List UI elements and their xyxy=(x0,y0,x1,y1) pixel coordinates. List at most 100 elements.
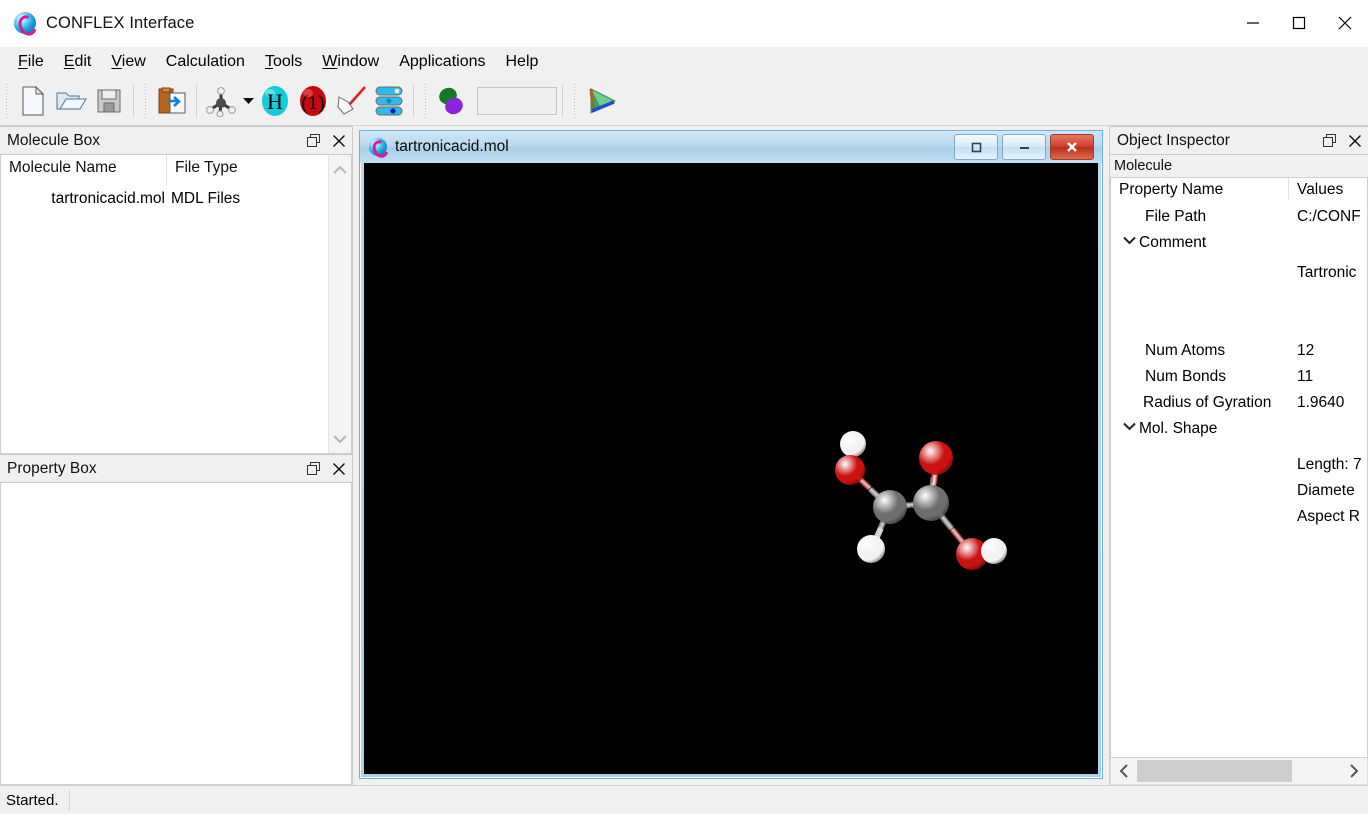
inspector-row[interactable]: File Path C:/CONF xyxy=(1111,208,1367,234)
inspector-row[interactable]: Length: 7 xyxy=(1111,456,1367,482)
float-panel-icon[interactable] xyxy=(300,129,326,153)
chevron-down-icon[interactable] xyxy=(329,428,351,450)
chevron-expanded-icon[interactable] xyxy=(1119,420,1139,431)
inspector-row[interactable]: Diamete xyxy=(1111,482,1367,508)
molecule-3d-viewport[interactable] xyxy=(364,163,1098,774)
property-value: Diamete xyxy=(1297,482,1355,499)
molecule-list-header: Molecule Name File Type xyxy=(1,155,328,185)
menu-item-tools[interactable]: Tools xyxy=(255,49,312,75)
mdi-area: tartronicacid.mol xyxy=(353,126,1109,785)
menu-item-edit[interactable]: Edit xyxy=(54,49,102,75)
property-box-header: Property Box xyxy=(0,454,352,483)
chevron-down-icon[interactable] xyxy=(240,82,256,120)
molecule-box-panel: Molecule Box Molecule Name File Type tar… xyxy=(0,126,352,454)
inspector-row[interactable]: Num Bonds 11 xyxy=(1111,368,1367,394)
property-value: 11 xyxy=(1297,368,1314,385)
property-value: Aspect R xyxy=(1297,508,1360,525)
menu-item-help[interactable]: Help xyxy=(496,49,549,75)
menu-item-applications[interactable]: Applications xyxy=(389,49,495,75)
toolbar-text-field[interactable] xyxy=(477,87,557,115)
minimize-button[interactable] xyxy=(1230,0,1276,46)
restore-window-icon[interactable] xyxy=(954,134,998,160)
float-panel-icon[interactable] xyxy=(300,457,326,481)
inspector-row[interactable]: Num Atoms 12 xyxy=(1111,342,1367,368)
molecule-box-header: Molecule Box xyxy=(0,126,352,155)
property-name: Num Atoms xyxy=(1145,342,1226,359)
menu-item-calculation[interactable]: Calculation xyxy=(156,49,255,75)
chevron-left-icon[interactable] xyxy=(1111,759,1137,783)
object-inspector-panel: Object Inspector Molecule Property Name … xyxy=(1109,126,1368,785)
molecule-box-list: Molecule Name File Type tartronicacid.mo… xyxy=(0,155,352,454)
title-bar: CONFLEX Interface xyxy=(0,0,1368,47)
property-name-cell: Mol. Shape xyxy=(1111,420,1289,438)
property-value: 1.9640 xyxy=(1297,394,1345,411)
grid-spacer xyxy=(1111,290,1367,342)
svg-text:H: H xyxy=(267,89,283,114)
property-name: Mol. Shape xyxy=(1139,420,1218,437)
object-inspector-header: Object Inspector xyxy=(1110,126,1368,155)
close-window-icon[interactable] xyxy=(1050,134,1094,160)
property-box-title: Property Box xyxy=(7,459,97,477)
toolbar-grip[interactable] xyxy=(3,84,11,118)
left-dock-column: Molecule Box Molecule Name File Type tar… xyxy=(0,126,353,785)
close-panel-icon[interactable] xyxy=(1342,129,1368,153)
mdi-child-title-bar[interactable]: tartronicacid.mol xyxy=(360,131,1102,163)
open-folder-icon[interactable] xyxy=(52,82,90,120)
scrollbar-track[interactable] xyxy=(1137,759,1341,783)
close-button[interactable] xyxy=(1322,0,1368,46)
table-row[interactable]: tartronicacid.mol MDL Files xyxy=(1,185,328,213)
column-header-property-name[interactable]: Property Name xyxy=(1111,178,1289,199)
object-inspector-subtitle: Molecule xyxy=(1110,155,1368,177)
maximize-button[interactable] xyxy=(1276,0,1322,46)
minimize-window-icon[interactable] xyxy=(1002,134,1046,160)
object-inspector-horizontal-scrollbar[interactable] xyxy=(1110,758,1368,785)
cell-molecule-name: tartronicacid.mol xyxy=(51,190,165,207)
mdi-child-title: tartronicacid.mol xyxy=(395,138,509,155)
inspector-row[interactable]: Aspect R xyxy=(1111,508,1367,534)
property-name: File Path xyxy=(1145,208,1207,225)
inspector-row[interactable]: Tartronic xyxy=(1111,264,1367,290)
menu-item-file[interactable]: File xyxy=(8,49,54,75)
molecule-atom-o xyxy=(919,441,953,475)
pen-draw-icon[interactable] xyxy=(332,82,370,120)
new-document-icon[interactable] xyxy=(14,82,52,120)
menu-bar: File Edit View Calculation Tools Window … xyxy=(0,47,1368,77)
hydrogen-atom-icon[interactable]: H xyxy=(256,82,294,120)
column-header-molecule-name[interactable]: Molecule Name xyxy=(1,155,167,185)
stacked-layers-icon[interactable] xyxy=(370,82,408,120)
property-name: Num Bonds xyxy=(1145,368,1226,385)
float-panel-icon[interactable] xyxy=(1316,129,1342,153)
close-panel-icon[interactable] xyxy=(326,457,352,481)
inspector-row[interactable]: Comment xyxy=(1111,234,1367,260)
import-clipboard-icon[interactable] xyxy=(153,82,191,120)
chevron-expanded-icon[interactable] xyxy=(1119,234,1139,245)
toolbar-grip[interactable] xyxy=(571,84,579,118)
chevron-up-icon[interactable] xyxy=(329,158,351,180)
column-header-values[interactable]: Values xyxy=(1289,178,1367,199)
molecular-orbital-icon[interactable] xyxy=(433,82,471,120)
menu-item-window[interactable]: Window xyxy=(312,49,389,75)
molecule-box-vertical-scrollbar[interactable] xyxy=(328,155,351,453)
close-panel-icon[interactable] xyxy=(326,129,352,153)
menu-item-view[interactable]: View xyxy=(101,49,155,75)
column-header-file-type[interactable]: File Type xyxy=(167,155,328,185)
property-box-panel: Property Box xyxy=(0,454,352,785)
toolbar-grip[interactable] xyxy=(142,84,150,118)
molecule-box-title: Molecule Box xyxy=(7,131,101,149)
inspector-row[interactable]: Mol. Shape xyxy=(1111,420,1367,446)
molecule-atom-c xyxy=(873,490,907,524)
scrollbar-thumb[interactable] xyxy=(1137,760,1292,782)
property-value: C:/CONF xyxy=(1297,208,1361,225)
pyramid-axes-icon[interactable] xyxy=(582,82,620,120)
status-bar: Started. xyxy=(0,785,1368,814)
object-inspector-title: Object Inspector xyxy=(1117,131,1230,149)
toolbar-grip[interactable] xyxy=(422,84,430,118)
window-title: CONFLEX Interface xyxy=(46,13,195,32)
inspector-row[interactable]: Radius of Gyration 1.9640 xyxy=(1111,394,1367,420)
molecule-model-icon[interactable] xyxy=(202,82,240,120)
grid-spacer xyxy=(1111,446,1367,456)
red-sphere-one-icon[interactable]: (1) xyxy=(294,82,332,120)
molecule-atom-o xyxy=(835,455,865,485)
chevron-right-icon[interactable] xyxy=(1341,759,1367,783)
floppy-save-icon[interactable] xyxy=(90,82,128,120)
